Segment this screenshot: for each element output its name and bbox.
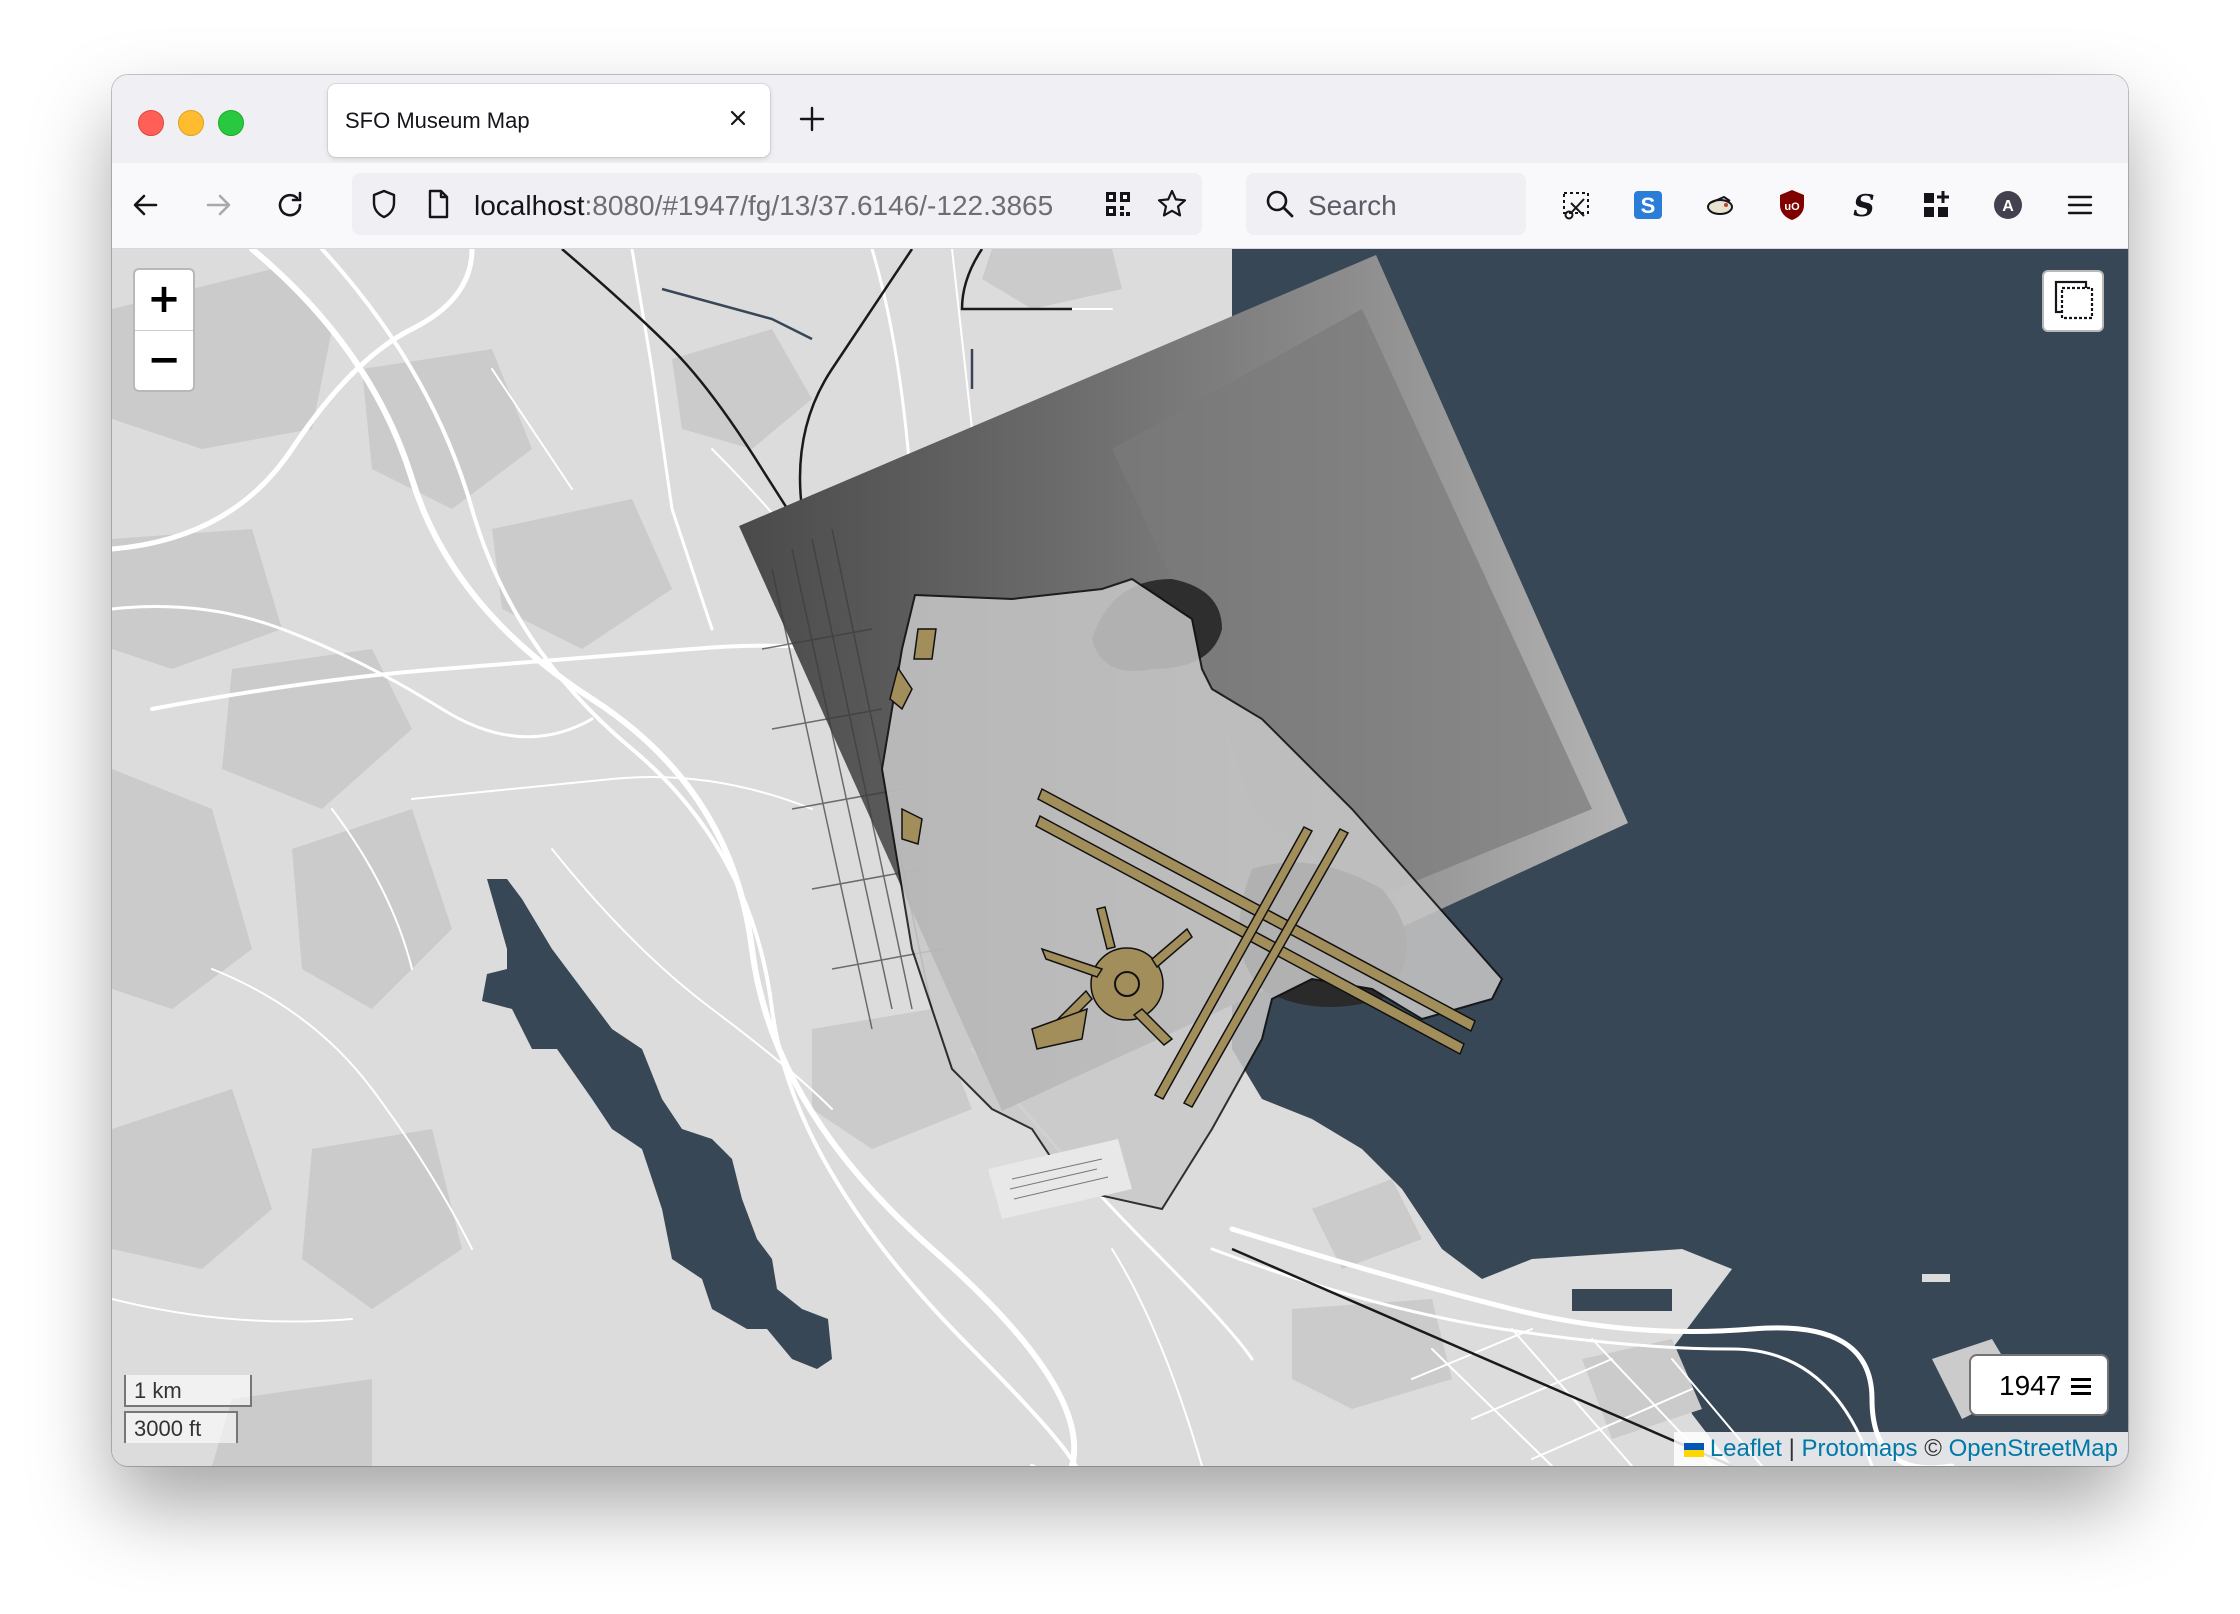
zoom-control: + − [133, 268, 195, 392]
account-avatar-icon[interactable]: A [1988, 185, 2028, 225]
zoom-out-button[interactable]: − [135, 331, 193, 391]
map-base-layer[interactable] [112, 249, 2128, 1466]
svg-text:A: A [2002, 198, 2014, 215]
minimize-window-button[interactable] [178, 110, 204, 136]
leaflet-link[interactable]: Leaflet [1710, 1435, 1782, 1462]
search-bar[interactable]: Search [1246, 173, 1526, 235]
forward-arrow-icon[interactable] [198, 185, 238, 225]
attribution-separator: | [1788, 1435, 1795, 1462]
svg-text:S: S [1641, 193, 1656, 218]
scale-metric: 1 km [124, 1375, 252, 1407]
s-logo-extension-icon[interactable]: S [1844, 185, 1884, 225]
ukraine-flag-icon [1683, 1443, 1704, 1457]
search-icon [1266, 190, 1294, 218]
tab-strip: SFO Museum Map [112, 75, 2128, 163]
back-arrow-icon[interactable] [126, 185, 166, 225]
close-window-button[interactable] [138, 110, 164, 136]
hamburger-menu-icon[interactable] [2060, 185, 2100, 225]
reload-icon[interactable] [270, 185, 310, 225]
shield-icon[interactable] [364, 184, 404, 224]
map-view[interactable]: + − 1947 1 km 3000 ft Leaflet | Protomap… [112, 249, 2128, 1466]
svg-text:S: S [1853, 189, 1875, 224]
star-icon[interactable] [1152, 184, 1192, 224]
page-icon[interactable] [418, 184, 458, 224]
openstreetmap-link[interactable]: OpenStreetMap [1949, 1435, 2118, 1462]
search-placeholder: Search [1308, 190, 1397, 221]
map-attribution: Leaflet | Protomaps © OpenStreetMap [1673, 1432, 2128, 1466]
new-tab-icon[interactable] [792, 99, 832, 139]
tab-title: SFO Museum Map [345, 108, 530, 133]
ublock-shield-icon[interactable]: uO [1772, 185, 1812, 225]
extensions-icon[interactable] [1916, 185, 1956, 225]
zoom-window-button[interactable] [218, 110, 244, 136]
url-path: :8080/#1947/fg/13/37.6146/-122.3865 [584, 190, 1054, 221]
url-host: localhost [474, 190, 585, 221]
url-bar[interactable]: localhost:8080/#1947/fg/13/37.6146/-122.… [352, 173, 1202, 235]
scale-imperial: 3000 ft [124, 1411, 238, 1443]
copyright-symbol: © [1924, 1435, 1942, 1462]
browser-window: SFO Museum Map localhost:8080/#1947/fg/1… [112, 75, 2128, 1466]
svg-text:uO: uO [1784, 201, 1800, 213]
screenshot-extension-icon[interactable] [1556, 185, 1596, 225]
qr-code-icon[interactable] [1098, 184, 1138, 224]
menu-icon [2071, 1378, 2091, 1399]
close-tab-icon[interactable] [722, 102, 754, 134]
year-selector-button[interactable]: 1947 [1969, 1354, 2109, 1416]
layers-icon [2054, 280, 2094, 320]
layers-toggle-button[interactable] [2042, 270, 2104, 332]
tab-sfo-museum-map[interactable]: SFO Museum Map [328, 84, 770, 157]
year-label: 1947 [1999, 1370, 2062, 1401]
url-text[interactable]: localhost:8080/#1947/fg/13/37.6146/-122.… [474, 190, 1053, 222]
protomaps-link[interactable]: Protomaps [1801, 1435, 1917, 1462]
zoom-in-button[interactable]: + [135, 270, 193, 331]
navigation-toolbar: localhost:8080/#1947/fg/13/37.6146/-122.… [112, 163, 2128, 249]
bird-extension-icon[interactable] [1700, 185, 1740, 225]
s-extension-icon[interactable]: S [1628, 185, 1668, 225]
